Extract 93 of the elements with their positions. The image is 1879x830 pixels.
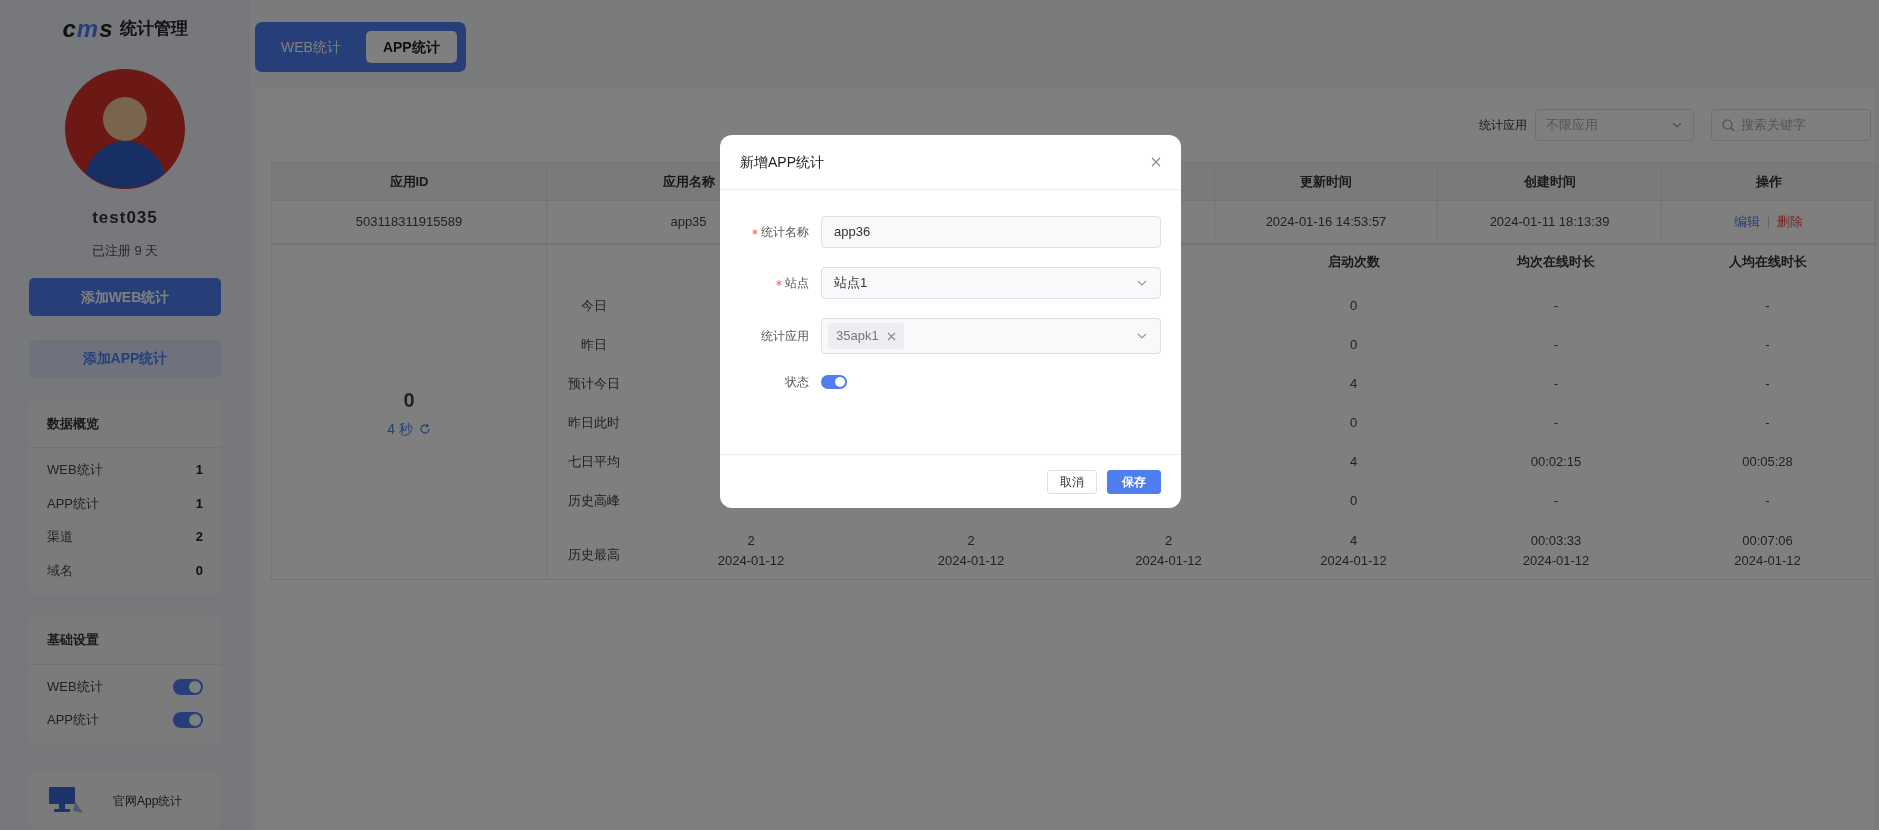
column-header: 均次在线时长: [1515, 253, 1596, 272]
field-label: 状态: [785, 374, 809, 391]
refresh-countdown: 4 秒: [387, 419, 413, 439]
field-label: 统计名称: [761, 224, 809, 241]
table-cell-text: -: [1764, 374, 1771, 393]
setting-label: WEB统计: [47, 677, 103, 696]
stat-value: 1: [195, 494, 203, 513]
table-cell-text: 00:05:28: [1741, 452, 1794, 471]
stat-value: 0: [195, 561, 203, 580]
tab[interactable]: WEB统计: [264, 31, 358, 63]
date-text: 2024-01-12: [937, 553, 1005, 569]
column-header: 应用ID: [272, 163, 547, 201]
filter-label: 统计应用: [1479, 117, 1527, 134]
stat-label: 域名: [47, 561, 73, 580]
card-title: 基础设置: [29, 616, 221, 665]
card-title: 数据概览: [29, 399, 221, 449]
delete-link[interactable]: 删除: [1777, 212, 1803, 232]
name-field[interactable]: app36: [821, 216, 1161, 248]
field-label: 站点: [785, 275, 809, 292]
table-cell-text: 0: [1348, 296, 1359, 315]
column-header: 更新时间: [1215, 163, 1438, 201]
stat-label: 渠道: [47, 528, 73, 547]
date-text: 2024-01-12: [717, 553, 785, 569]
toggle-switch[interactable]: [821, 375, 847, 389]
table-cell-text: -: [1552, 296, 1560, 315]
date-text: 2024-01-12: [1135, 553, 1202, 569]
tag: 35apk1: [828, 323, 904, 349]
toggle-switch[interactable]: [173, 712, 203, 729]
column-header: 启动次数: [1326, 253, 1381, 272]
column-header: 人均在线时长: [1727, 253, 1808, 272]
column-header: 创建时间: [1438, 163, 1662, 201]
username: test035: [92, 207, 158, 230]
online-count: 0: [403, 387, 415, 413]
save-button[interactable]: 保存: [1107, 469, 1161, 494]
table-cell-text: -: [1764, 296, 1771, 315]
table-cell-text: -: [1764, 491, 1771, 510]
app-title: 统计管理: [119, 17, 188, 40]
row-label: 昨日此时: [567, 413, 621, 432]
app-multi-select[interactable]: 35apk1: [821, 318, 1161, 354]
date-text: 2024-01-12: [1320, 553, 1387, 569]
stat-label: APP统计: [47, 494, 99, 513]
row-label: 七日平均: [567, 452, 621, 471]
remove-icon: [886, 331, 896, 341]
row-label: 历史最高: [567, 546, 621, 565]
table-cell: 2: [747, 533, 755, 549]
table-cell-text: 0: [1348, 491, 1359, 510]
required-icon: [776, 280, 782, 286]
table-cell: 2: [967, 533, 975, 549]
required-icon: [752, 229, 758, 235]
table-cell-text: -: [1764, 413, 1771, 432]
table-cell-text: -: [1552, 491, 1560, 510]
setting-label: APP统计: [47, 711, 99, 730]
monitor-icon: [49, 786, 83, 815]
close-icon[interactable]: [1151, 157, 1161, 167]
row-label: 昨日: [580, 335, 608, 354]
logo: cms: [62, 16, 114, 41]
table-cell: 2: [1164, 533, 1173, 549]
stat-label: WEB统计: [47, 461, 103, 480]
registration-info: 已注册 9 天: [91, 241, 159, 260]
footer-link[interactable]: 官网App统计: [113, 791, 183, 810]
table-cell: 503118311915589: [272, 201, 547, 244]
table-cell-text: 0: [1348, 413, 1359, 432]
table-cell-text: 00:02:15: [1529, 452, 1583, 471]
table-cell-text: -: [1764, 335, 1771, 354]
table-cell-text: 4: [1348, 452, 1359, 471]
stat-value: 2: [195, 528, 203, 547]
row-label: 今日: [580, 296, 608, 315]
edit-link[interactable]: 编辑: [1734, 212, 1760, 232]
table-cell-text: -: [1552, 374, 1560, 393]
field-label: 统计应用: [761, 328, 809, 345]
table-cell: 00:03:33: [1530, 533, 1582, 549]
table-cell-text: 4: [1348, 374, 1359, 393]
row-label: 预计今日: [567, 374, 621, 393]
table-cell-text: -: [1552, 335, 1560, 354]
table-cell: 4: [1349, 533, 1358, 549]
row-label: 历史高峰: [567, 491, 621, 510]
refresh-icon: [418, 423, 431, 435]
table-cell: 00:07:06: [1742, 533, 1793, 549]
add-app-button[interactable]: 添加APP统计: [29, 339, 221, 378]
date-text: 2024-01-12: [1734, 553, 1801, 569]
search-icon: [1722, 118, 1735, 132]
add-web-button[interactable]: 添加WEB统计: [29, 278, 221, 316]
table-cell: 2024-01-16 14:53:57: [1215, 201, 1438, 244]
toggle-switch[interactable]: [173, 678, 203, 695]
table-cell-text: -: [1552, 413, 1560, 432]
tab[interactable]: APP统计: [365, 31, 457, 63]
site-select[interactable]: 站点1: [821, 267, 1161, 299]
column-header: 操作: [1662, 163, 1876, 201]
date-text: 2024-01-12: [1522, 553, 1590, 569]
table-cell: 2024-01-11 18:13:39: [1438, 201, 1662, 244]
cancel-button[interactable]: 取消: [1047, 469, 1097, 494]
table-cell-text: 0: [1348, 335, 1359, 354]
stat-value: 1: [195, 461, 203, 480]
